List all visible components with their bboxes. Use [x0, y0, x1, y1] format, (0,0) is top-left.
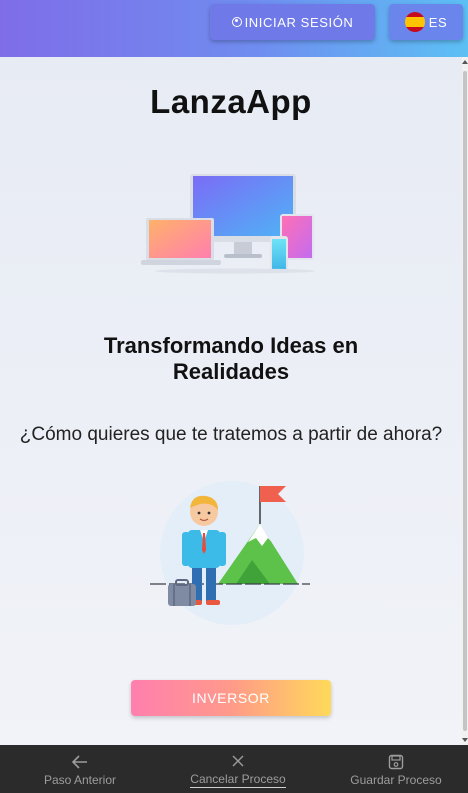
login-button[interactable]: INICIAR SESIÓN	[210, 4, 375, 40]
tagline-line-1: Transformando Ideas en	[103, 333, 359, 358]
scroll-up-arrow-icon[interactable]	[462, 60, 468, 64]
cancel-process-label: Cancelar Proceso	[190, 771, 286, 788]
devices-illustration	[141, 174, 315, 274]
scrollbar[interactable]	[462, 57, 468, 745]
tagline: Transformando Ideas en Realidades	[0, 333, 462, 385]
investor-button[interactable]: INVERSOR	[131, 680, 331, 716]
scroll-down-arrow-icon[interactable]	[462, 738, 468, 742]
scrollbar-thumb[interactable]	[463, 71, 467, 731]
language-button[interactable]: ES	[389, 4, 463, 40]
top-header: INICIAR SESIÓN ES	[0, 0, 468, 57]
main-content	[0, 57, 462, 745]
previous-step-label: Paso Anterior	[43, 772, 117, 787]
tagline-line-2: Realidades	[172, 359, 290, 384]
close-icon	[232, 751, 244, 771]
role-question: ¿Cómo quieres que te tratemos a partir d…	[19, 424, 443, 445]
user-icon	[231, 17, 242, 27]
login-button-label: INICIAR SESIÓN	[244, 14, 354, 30]
investor-illustration	[150, 481, 310, 625]
bottom-navigation: Paso Anterior Cancelar Proceso Guardar P…	[0, 745, 468, 793]
save-icon	[388, 752, 404, 772]
save-process-button[interactable]: Guardar Proceso	[340, 745, 452, 793]
cancel-process-button[interactable]: Cancelar Proceso	[178, 745, 298, 793]
previous-step-button[interactable]: Paso Anterior	[30, 745, 130, 793]
save-process-label: Guardar Proceso	[350, 772, 442, 787]
language-button-label: ES	[428, 14, 448, 30]
spain-flag-icon	[404, 12, 425, 32]
app-title: LanzaApp	[150, 83, 312, 120]
arrow-left-icon	[72, 752, 88, 772]
